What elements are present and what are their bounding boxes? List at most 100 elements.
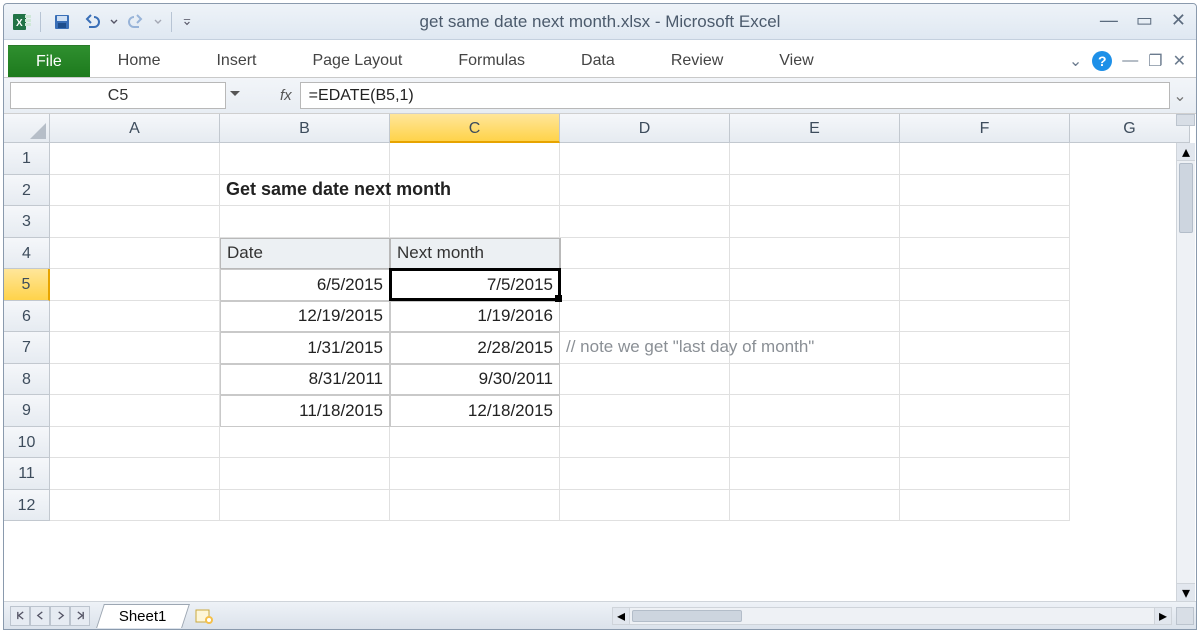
- tab-home[interactable]: Home: [90, 45, 189, 77]
- cell-F6[interactable]: [900, 301, 1070, 333]
- tab-view[interactable]: View: [751, 45, 841, 77]
- cell-E7[interactable]: [730, 332, 900, 364]
- help-icon[interactable]: ?: [1092, 51, 1112, 71]
- row-2[interactable]: 2: [4, 175, 50, 207]
- cell-A12[interactable]: [50, 490, 220, 522]
- row-1[interactable]: 1: [4, 143, 50, 175]
- name-box[interactable]: C5: [10, 82, 226, 109]
- minimize-icon[interactable]: —: [1100, 10, 1118, 31]
- tab-data[interactable]: Data: [553, 45, 643, 77]
- redo-button[interactable]: [123, 9, 149, 35]
- cell-B3[interactable]: [220, 206, 390, 238]
- horizontal-scrollbar[interactable]: ◂ ▸: [612, 606, 1172, 625]
- cell-E12[interactable]: [730, 490, 900, 522]
- cell-A7[interactable]: [50, 332, 220, 364]
- row-11[interactable]: 11: [4, 458, 50, 490]
- undo-dropdown[interactable]: [109, 18, 119, 26]
- cell-E4[interactable]: [730, 238, 900, 270]
- cell-B11[interactable]: [220, 458, 390, 490]
- cell-C4[interactable]: Next month: [390, 238, 560, 270]
- cell-D9[interactable]: [560, 395, 730, 427]
- cell-F4[interactable]: [900, 238, 1070, 270]
- row-4[interactable]: 4: [4, 238, 50, 270]
- workbook-close-icon[interactable]: ✕: [1173, 51, 1186, 71]
- col-G[interactable]: G: [1070, 114, 1190, 143]
- sheet-nav-next[interactable]: [50, 606, 70, 626]
- sheet-nav-first[interactable]: [10, 606, 30, 626]
- qat-customize[interactable]: [180, 18, 194, 26]
- close-icon[interactable]: ✕: [1171, 10, 1186, 31]
- cell-A9[interactable]: [50, 395, 220, 427]
- cell-B10[interactable]: [220, 427, 390, 459]
- workbook-minimize-icon[interactable]: —: [1122, 52, 1138, 70]
- horizontal-scroll-thumb[interactable]: [632, 610, 742, 622]
- row-9[interactable]: 9: [4, 395, 50, 427]
- col-C[interactable]: C: [390, 114, 560, 143]
- cell-A4[interactable]: [50, 238, 220, 270]
- row-6[interactable]: 6: [4, 301, 50, 333]
- cell-D5[interactable]: [560, 269, 730, 301]
- file-tab[interactable]: File: [8, 45, 90, 77]
- cell-A11[interactable]: [50, 458, 220, 490]
- cell-C5[interactable]: 7/5/2015: [390, 269, 560, 301]
- workbook-restore-icon[interactable]: ❐: [1148, 51, 1162, 71]
- cell-E1[interactable]: [730, 143, 900, 175]
- cell-D4[interactable]: [560, 238, 730, 270]
- cell-D6[interactable]: [560, 301, 730, 333]
- cell-D10[interactable]: [560, 427, 730, 459]
- sheet-nav-last[interactable]: [70, 606, 90, 626]
- ribbon-minimize-caret[interactable]: ⌄: [1069, 51, 1082, 71]
- row-7[interactable]: 7: [4, 332, 50, 364]
- select-all-corner[interactable]: [4, 114, 50, 143]
- cell-A1[interactable]: [50, 143, 220, 175]
- cell-D8[interactable]: [560, 364, 730, 396]
- formula-input[interactable]: =EDATE(B5,1): [300, 82, 1170, 109]
- row-8[interactable]: 8: [4, 364, 50, 396]
- cell-A8[interactable]: [50, 364, 220, 396]
- cell-B6[interactable]: 12/19/2015: [220, 301, 390, 333]
- cell-F9[interactable]: [900, 395, 1070, 427]
- row-5[interactable]: 5: [4, 269, 50, 301]
- tab-review[interactable]: Review: [643, 45, 751, 77]
- save-button[interactable]: [49, 9, 75, 35]
- name-box-dropdown[interactable]: [227, 88, 243, 104]
- col-D[interactable]: D: [560, 114, 730, 143]
- cell-F10[interactable]: [900, 427, 1070, 459]
- cell-C2[interactable]: [390, 175, 560, 207]
- scroll-down-icon[interactable]: ▾: [1177, 583, 1195, 601]
- cell-C7[interactable]: 2/28/2015: [390, 332, 560, 364]
- cell-C6[interactable]: 1/19/2016: [390, 301, 560, 333]
- cell-C10[interactable]: [390, 427, 560, 459]
- col-B[interactable]: B: [220, 114, 390, 143]
- formula-expand-icon[interactable]: ⌄: [1170, 86, 1190, 106]
- cell-B7[interactable]: 1/31/2015: [220, 332, 390, 364]
- new-sheet-button[interactable]: [192, 606, 218, 626]
- cell-A6[interactable]: [50, 301, 220, 333]
- cell-B8[interactable]: 8/31/2011: [220, 364, 390, 396]
- cell-D1[interactable]: [560, 143, 730, 175]
- cell-B1[interactable]: [220, 143, 390, 175]
- cell-C9[interactable]: 12/18/2015: [390, 395, 560, 427]
- cell-E10[interactable]: [730, 427, 900, 459]
- cell-D11[interactable]: [560, 458, 730, 490]
- scroll-up-icon[interactable]: ▴: [1177, 143, 1195, 161]
- sheet-nav-prev[interactable]: [30, 606, 50, 626]
- cell-E2[interactable]: [730, 175, 900, 207]
- cell-F11[interactable]: [900, 458, 1070, 490]
- col-A[interactable]: A: [50, 114, 220, 143]
- cell-B5[interactable]: 6/5/2015: [220, 269, 390, 301]
- cell-C1[interactable]: [390, 143, 560, 175]
- cell-B9[interactable]: 11/18/2015: [220, 395, 390, 427]
- cell-E11[interactable]: [730, 458, 900, 490]
- cell-E8[interactable]: [730, 364, 900, 396]
- cell-F12[interactable]: [900, 490, 1070, 522]
- col-E[interactable]: E: [730, 114, 900, 143]
- cell-B4[interactable]: Date: [220, 238, 390, 270]
- undo-button[interactable]: [79, 9, 105, 35]
- cell-A10[interactable]: [50, 427, 220, 459]
- vertical-scroll-thumb[interactable]: [1179, 163, 1193, 233]
- cell-C11[interactable]: [390, 458, 560, 490]
- tab-page-layout[interactable]: Page Layout: [284, 45, 430, 77]
- cell-A3[interactable]: [50, 206, 220, 238]
- tab-insert[interactable]: Insert: [188, 45, 284, 77]
